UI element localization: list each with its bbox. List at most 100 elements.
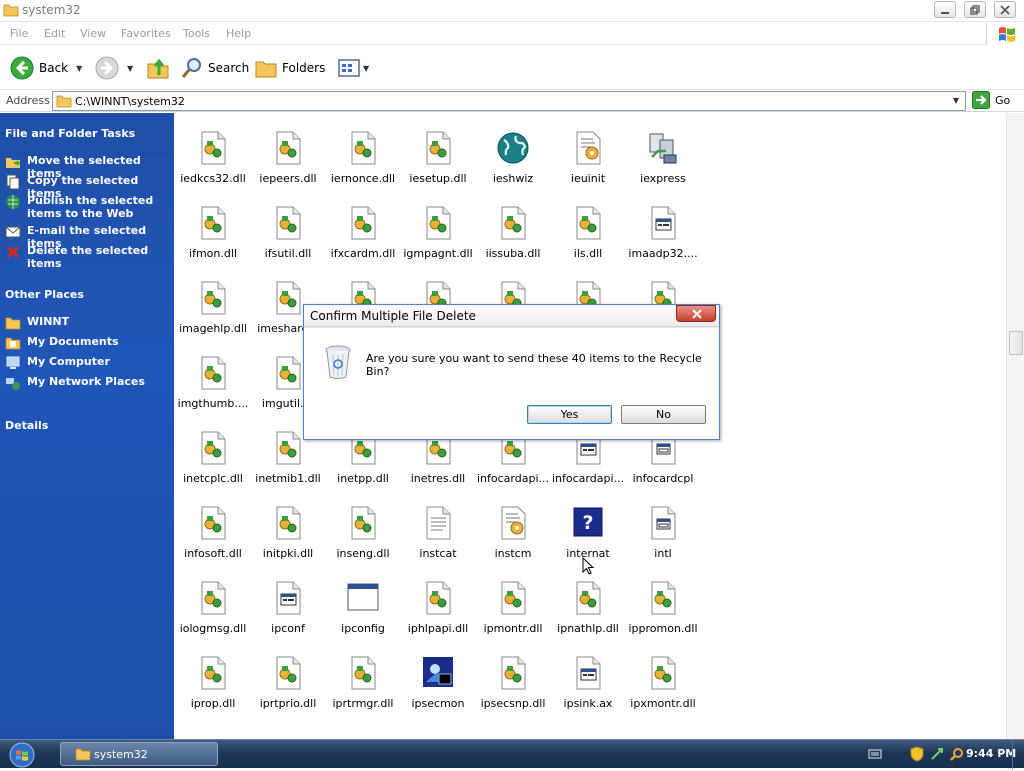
file-item[interactable]: imagehlp.dll bbox=[175, 281, 251, 343]
file-item[interactable]: infocardapi... bbox=[475, 431, 551, 493]
file-item[interactable]: inetpp.dll bbox=[325, 431, 401, 493]
file-item[interactable]: ipmontr.dll bbox=[475, 581, 551, 643]
place-my-computer-link[interactable]: My Computer bbox=[5, 355, 171, 371]
dll-file-icon bbox=[197, 356, 229, 390]
file-item[interactable]: iprop.dll bbox=[175, 656, 251, 718]
file-name: imgthumb.... bbox=[177, 397, 249, 410]
keyboard-icon[interactable] bbox=[868, 748, 882, 760]
menu-file[interactable]: File bbox=[10, 27, 28, 40]
file-item[interactable]: iernonce.dll bbox=[325, 131, 401, 193]
chevron-down-icon[interactable]: ▼ bbox=[949, 93, 963, 109]
place-winnt-link[interactable]: WINNT bbox=[5, 315, 171, 331]
file-item[interactable]: iprtrmgr.dll bbox=[325, 656, 401, 718]
go-button[interactable]: Go bbox=[972, 91, 1010, 109]
forward-button[interactable]: ▼ bbox=[95, 55, 133, 81]
file-item[interactable]: infocardapi... bbox=[550, 431, 626, 493]
file-item[interactable]: inetmib1.dll bbox=[250, 431, 326, 493]
file-item[interactable]: ipsink.ax bbox=[550, 656, 626, 718]
security-shield-icon[interactable] bbox=[910, 746, 924, 762]
file-name: iexpress bbox=[640, 172, 686, 185]
search-button[interactable]: Search bbox=[181, 55, 249, 81]
file-item[interactable]: ipconf bbox=[250, 581, 326, 643]
dialog-close-button[interactable] bbox=[676, 305, 716, 322]
file-item[interactable]: ipnathlp.dll bbox=[550, 581, 626, 643]
menu-edit[interactable]: Edit bbox=[44, 27, 65, 40]
file-item[interactable]: ipconfig bbox=[325, 581, 401, 643]
address-bar: Address C:\WINNT\system32 ▼ Go bbox=[0, 90, 1024, 112]
file-item[interactable]: igmpagnt.dll bbox=[400, 206, 476, 268]
file-item[interactable]: infosoft.dll bbox=[175, 506, 251, 568]
scrollbar-thumb[interactable] bbox=[1009, 331, 1023, 355]
yes-button[interactable]: Yes bbox=[527, 405, 612, 424]
file-name: iepeers.dll bbox=[259, 172, 317, 185]
file-item[interactable]: iprtprio.dll bbox=[250, 656, 326, 718]
close-icon bbox=[1000, 5, 1010, 15]
delete-items-link[interactable]: Delete the selected items bbox=[5, 244, 171, 270]
vertical-scrollbar[interactable] bbox=[1006, 113, 1024, 739]
file-item[interactable]: imgthumb.... bbox=[175, 356, 251, 418]
file-item[interactable]: iexpress bbox=[625, 131, 701, 193]
file-item[interactable]: ifxcardm.dll bbox=[325, 206, 401, 268]
file-item[interactable]: inetres.dll bbox=[400, 431, 476, 493]
file-item[interactable]: iphlpapi.dll bbox=[400, 581, 476, 643]
restore-button[interactable] bbox=[964, 1, 986, 18]
file-item[interactable]: ieuinit bbox=[550, 131, 626, 193]
menu-view[interactable]: View bbox=[80, 27, 106, 40]
chevron-down-icon[interactable]: ▼ bbox=[127, 64, 133, 73]
back-button[interactable]: Back ▼ bbox=[10, 55, 82, 81]
file-item[interactable]: intl bbox=[625, 506, 701, 568]
file-item[interactable]: imaadp32.... bbox=[625, 206, 701, 268]
views-button[interactable]: ▼ bbox=[338, 55, 369, 81]
file-item[interactable]: initpki.dll bbox=[250, 506, 326, 568]
file-item[interactable]: instcm bbox=[475, 506, 551, 568]
file-item[interactable]: ippromon.dll bbox=[625, 581, 701, 643]
minimize-button[interactable] bbox=[934, 1, 956, 18]
file-item[interactable]: iissuba.dll bbox=[475, 206, 551, 268]
search-tray-icon[interactable] bbox=[950, 747, 964, 761]
file-item[interactable]: iedkcs32.dll bbox=[175, 131, 251, 193]
file-name: iprtprio.dll bbox=[259, 697, 317, 710]
dll-file-icon bbox=[197, 206, 229, 240]
file-item[interactable]: ipxmontr.dll bbox=[625, 656, 701, 718]
file-item[interactable]: inseng.dll bbox=[325, 506, 401, 568]
publish-items-link[interactable]: Publish the selected items to the Web bbox=[5, 194, 171, 220]
file-folder-tasks-header[interactable]: File and Folder Tasks bbox=[5, 127, 135, 140]
file-item[interactable]: inetcplc.dll bbox=[175, 431, 251, 493]
file-item[interactable]: iepeers.dll bbox=[250, 131, 326, 193]
dll-file-icon bbox=[347, 131, 379, 165]
file-item[interactable]: ipsecsnp.dll bbox=[475, 656, 551, 718]
place-network-link[interactable]: My Network Places bbox=[5, 375, 171, 391]
other-places-header[interactable]: Other Places bbox=[5, 288, 84, 301]
file-item[interactable]: ieshwiz bbox=[475, 131, 551, 193]
folders-button[interactable]: Folders bbox=[255, 55, 325, 81]
file-item[interactable]: ifsutil.dll bbox=[250, 206, 326, 268]
file-item[interactable]: ipsecmon bbox=[400, 656, 476, 718]
taskbar: system32 9:44 PM bbox=[0, 739, 1024, 769]
place-my-documents-link[interactable]: My Documents bbox=[5, 335, 171, 351]
menu-favorites[interactable]: Favorites bbox=[121, 27, 171, 40]
file-item[interactable]: iologmsg.dll bbox=[175, 581, 251, 643]
menu-tools[interactable]: Tools bbox=[183, 27, 210, 40]
chevron-down-icon[interactable]: ▼ bbox=[76, 64, 82, 73]
file-item[interactable]: ifmon.dll bbox=[175, 206, 251, 268]
close-button[interactable] bbox=[994, 1, 1016, 18]
details-header[interactable]: Details bbox=[5, 419, 48, 432]
menu-help[interactable]: Help bbox=[226, 27, 251, 40]
file-item[interactable]: instcat bbox=[400, 506, 476, 568]
dll-file-icon bbox=[272, 281, 304, 315]
address-input[interactable]: C:\WINNT\system32 ▼ bbox=[52, 91, 966, 111]
up-folder-button[interactable] bbox=[146, 55, 170, 81]
file-item[interactable]: iesetup.dll bbox=[400, 131, 476, 193]
file-item[interactable]: ils.dll bbox=[550, 206, 626, 268]
start-button[interactable] bbox=[6, 741, 44, 768]
network-tray-icon[interactable] bbox=[930, 747, 944, 761]
file-item[interactable]: infocardcpl bbox=[625, 431, 701, 493]
chevron-down-icon[interactable]: ▼ bbox=[363, 64, 369, 73]
dll-file-icon bbox=[197, 131, 229, 165]
move-icon bbox=[6, 158, 21, 168]
my-documents-icon bbox=[5, 337, 21, 350]
taskbar-window-system32[interactable]: system32 bbox=[60, 742, 218, 766]
show-desktop-button[interactable] bbox=[1012, 740, 1024, 769]
no-button[interactable]: No bbox=[621, 405, 706, 424]
sys-file-icon bbox=[572, 656, 604, 690]
